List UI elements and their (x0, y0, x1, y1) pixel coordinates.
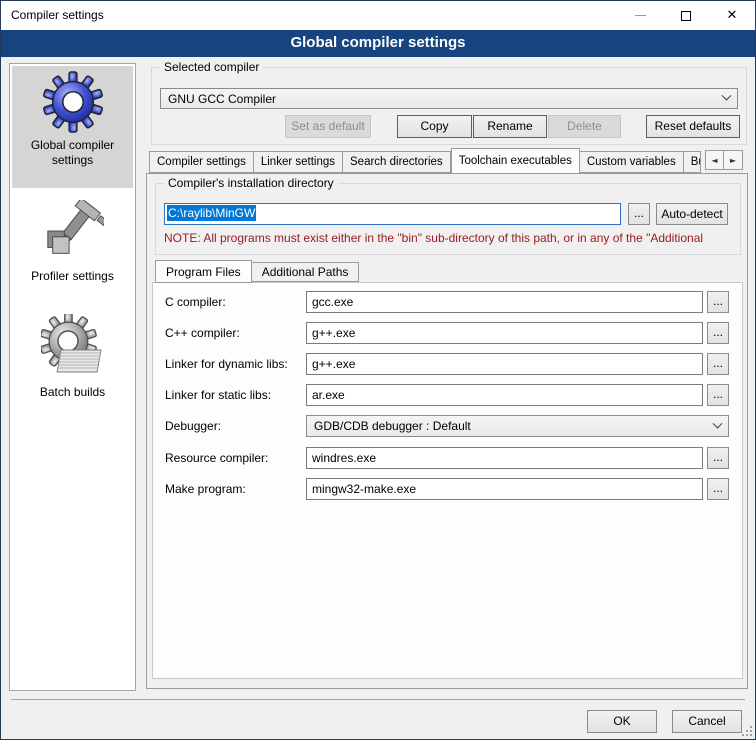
window-title: Compiler settings (11, 1, 104, 30)
field-row-c-compiler: C compiler: ... (165, 291, 732, 314)
selected-path-text: C:\raylib\MinGW (167, 205, 256, 221)
chevron-down-icon (722, 91, 732, 101)
browse-button[interactable]: ... (707, 322, 729, 344)
static-linker-input[interactable] (306, 384, 703, 406)
sidebar: Global compiler settings Profiler settin… (9, 63, 136, 691)
program-files-tabstrip: Program Files Additional Paths (155, 260, 359, 283)
sidebar-item-label: Global compiler settings (12, 138, 133, 168)
tab-search-directories[interactable]: Search directories (343, 151, 451, 173)
browse-button[interactable]: ... (707, 291, 729, 313)
main-tabstrip: Compiler settings Linker settings Search… (149, 148, 701, 174)
resource-compiler-input[interactable] (306, 447, 703, 469)
page-title: Global compiler settings (1, 30, 755, 57)
field-label: Linker for dynamic libs: (165, 357, 288, 371)
field-label: Debugger: (165, 419, 221, 433)
field-label: Make program: (165, 482, 246, 496)
compiler-select-value: GNU GCC Compiler (168, 92, 276, 106)
make-program-input[interactable] (306, 478, 703, 500)
arrow-right-icon[interactable]: ► (724, 150, 743, 170)
reset-defaults-button[interactable]: Reset defaults (646, 115, 740, 138)
cancel-button[interactable]: Cancel (672, 710, 742, 733)
gear-stack-icon (12, 314, 133, 380)
installation-directory-input[interactable]: C:\raylib\MinGW (164, 203, 621, 225)
set-as-default-button: Set as default (285, 115, 371, 138)
debugger-select[interactable]: GDB/CDB debugger : Default (306, 415, 729, 437)
copy-button[interactable]: Copy (397, 115, 472, 138)
tab-custom-variables[interactable]: Custom variables (580, 151, 684, 173)
field-row-dynamic-linker: Linker for dynamic libs: ... (165, 353, 732, 376)
note-text: NOTE: All programs must exist either in … (164, 231, 746, 245)
subtab-additional-paths[interactable]: Additional Paths (252, 262, 360, 282)
tab-compiler-settings[interactable]: Compiler settings (149, 151, 254, 173)
sidebar-item-global-compiler-settings[interactable]: Global compiler settings (12, 66, 133, 188)
debugger-select-value: GDB/CDB debugger : Default (314, 419, 471, 433)
arrow-left-icon[interactable]: ◄ (705, 150, 724, 170)
browse-button[interactable]: ... (707, 447, 729, 469)
field-label: Linker for static libs: (165, 388, 271, 402)
window-controls: ✕ (617, 1, 755, 30)
field-row-static-linker: Linker for static libs: ... (165, 384, 732, 407)
titlebar[interactable]: Compiler settings ✕ (1, 1, 755, 30)
browse-directory-button[interactable]: ... (628, 203, 650, 225)
compiler-settings-dialog: Compiler settings ✕ Global compiler sett… (0, 0, 756, 740)
maximize-button[interactable] (663, 1, 709, 30)
tab-linker-settings[interactable]: Linker settings (254, 151, 343, 173)
browse-button[interactable]: ... (707, 353, 729, 375)
installation-directory-group: Compiler's installation directory C:\ray… (155, 183, 741, 255)
program-files-panel: C compiler: ... C++ compiler: ... Linker… (152, 282, 743, 679)
tab-toolchain-executables[interactable]: Toolchain executables (451, 148, 580, 174)
rename-button[interactable]: Rename (473, 115, 547, 138)
gear-icon (12, 71, 133, 133)
selected-compiler-group: Selected compiler GNU GCC Compiler Set a… (151, 67, 747, 145)
chevron-down-icon (713, 418, 723, 428)
sidebar-item-batch-builds[interactable]: Batch builds (12, 310, 133, 416)
browse-button[interactable]: ... (707, 384, 729, 406)
sidebar-item-profiler-settings[interactable]: Profiler settings (12, 196, 133, 292)
field-label: C++ compiler: (165, 326, 240, 340)
footer-divider (11, 699, 745, 700)
group-legend: Compiler's installation directory (164, 176, 338, 191)
field-row-debugger: Debugger: GDB/CDB debugger : Default (165, 415, 732, 438)
tab-scroll-buttons: ◄ ► (705, 150, 743, 170)
ok-button[interactable]: OK (587, 710, 657, 733)
c-compiler-input[interactable] (306, 291, 703, 313)
field-row-make-program: Make program: ... (165, 478, 732, 501)
browse-button[interactable]: ... (707, 478, 729, 500)
delete-button: Delete (548, 115, 621, 138)
resize-grip-icon[interactable] (742, 726, 752, 736)
field-label: Resource compiler: (165, 451, 268, 465)
sidebar-item-label: Batch builds (12, 385, 133, 400)
dynamic-linker-input[interactable] (306, 353, 703, 375)
maximize-icon (681, 11, 691, 21)
auto-detect-button[interactable]: Auto-detect (656, 203, 728, 225)
group-legend: Selected compiler (160, 60, 263, 75)
field-row-cpp-compiler: C++ compiler: ... (165, 322, 732, 345)
field-row-resource-compiler: Resource compiler: ... (165, 447, 732, 470)
close-icon: ✕ (727, 8, 738, 23)
compiler-select[interactable]: GNU GCC Compiler (160, 88, 738, 109)
minimize-icon (635, 15, 646, 16)
toolchain-executables-panel: Compiler's installation directory C:\ray… (146, 173, 748, 689)
tab-build-options[interactable]: Build (684, 151, 701, 173)
minimize-button[interactable] (617, 1, 663, 30)
subtab-program-files[interactable]: Program Files (155, 260, 252, 283)
field-label: C compiler: (165, 295, 226, 309)
sidebar-item-label: Profiler settings (12, 269, 133, 284)
caliper-icon (12, 200, 133, 264)
cpp-compiler-input[interactable] (306, 322, 703, 344)
close-button[interactable]: ✕ (709, 1, 755, 30)
